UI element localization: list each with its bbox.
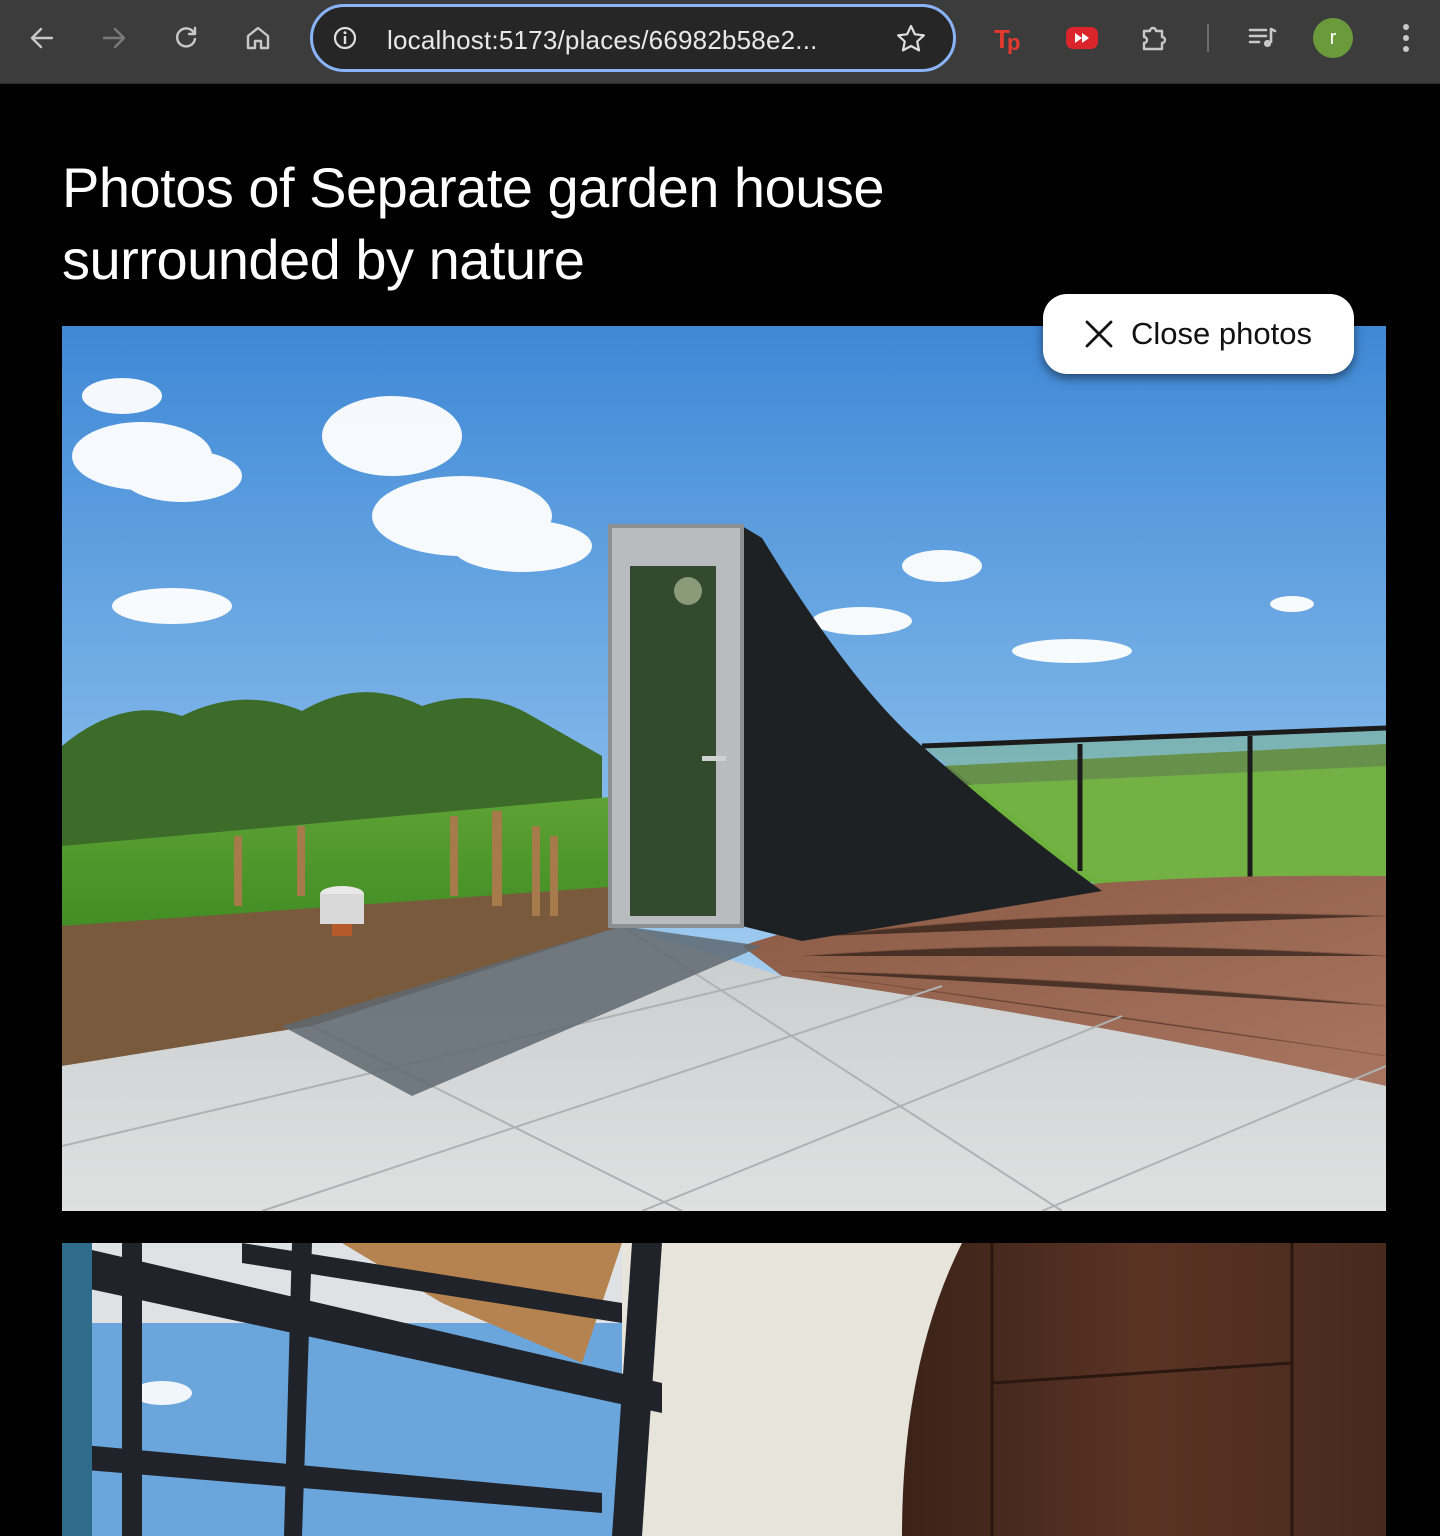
browser-menu-button[interactable] — [1392, 18, 1420, 58]
kebab-dot — [1403, 24, 1409, 30]
page-title: Photos of Separate garden house surround… — [62, 156, 885, 291]
profile-avatar[interactable]: r — [1313, 18, 1353, 58]
media-queue-icon — [1248, 27, 1277, 48]
home-icon — [246, 26, 270, 50]
svg-text:p: p — [1007, 30, 1020, 54]
forward-button[interactable] — [94, 18, 134, 58]
browser-toolbar: localhost:5173/places/66982b58e2... T p … — [0, 0, 1440, 84]
kebab-dot — [1403, 35, 1409, 41]
reload-button[interactable] — [166, 18, 206, 58]
toolbar-divider — [1207, 24, 1209, 52]
tp-extension-button[interactable]: T p — [990, 18, 1030, 58]
tp-extension-icon: T p — [994, 24, 1020, 54]
arrow-left-icon — [30, 27, 54, 49]
site-info-icon[interactable] — [333, 26, 357, 50]
bookmark-star-icon[interactable] — [895, 23, 927, 55]
photo-garden-house-interior[interactable] — [62, 1243, 1386, 1536]
arrow-right-icon — [102, 27, 126, 49]
photo-garden-house-exterior[interactable] — [62, 326, 1386, 1211]
home-button[interactable] — [238, 18, 278, 58]
media-queue-button[interactable] — [1242, 18, 1282, 58]
address-bar[interactable]: localhost:5173/places/66982b58e2... — [310, 4, 956, 72]
garden-house-exterior-image — [62, 326, 1386, 1211]
kebab-dot — [1403, 46, 1409, 52]
extensions-button[interactable] — [1134, 18, 1174, 58]
close-photos-button[interactable]: Close photos — [1043, 294, 1354, 374]
garden-house-interior-image — [62, 1243, 1386, 1536]
puzzle-icon — [1142, 26, 1167, 51]
fast-forward-extension-button[interactable] — [1062, 18, 1102, 58]
close-icon — [1085, 320, 1113, 348]
reload-icon — [175, 26, 197, 48]
back-button[interactable] — [22, 18, 62, 58]
close-photos-label: Close photos — [1131, 316, 1312, 351]
url-text[interactable]: localhost:5173/places/66982b58e2... — [387, 25, 818, 56]
fast-forward-extension-icon — [1066, 27, 1098, 49]
